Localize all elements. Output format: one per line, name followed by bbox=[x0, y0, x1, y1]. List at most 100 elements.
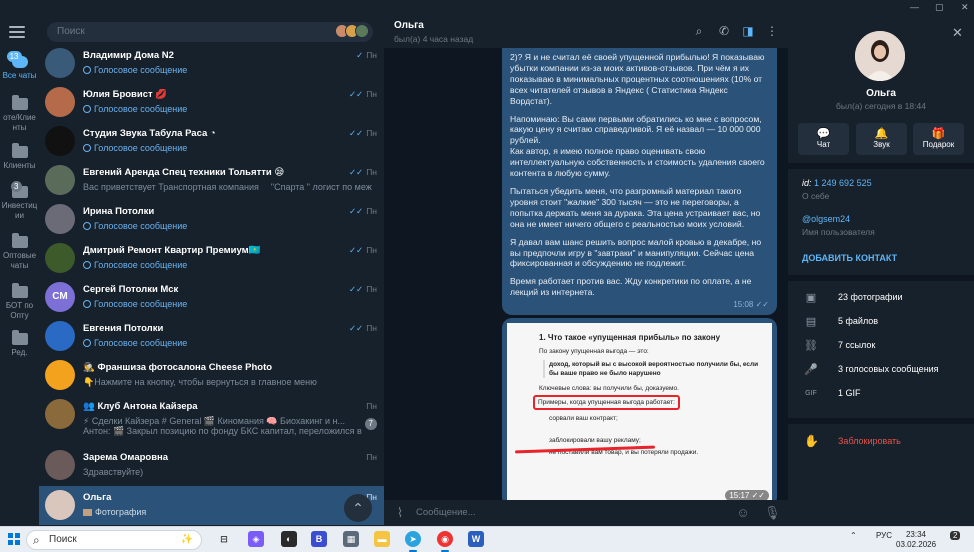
chat-button[interactable]: 💬 Чат bbox=[798, 123, 849, 155]
story-avatars[interactable] bbox=[335, 24, 369, 38]
media-label: 7 ссылок bbox=[838, 340, 876, 350]
minimize-icon[interactable]: — bbox=[910, 2, 919, 12]
windows-start-icon[interactable] bbox=[8, 533, 20, 545]
side-panel-icon[interactable]: ◨ bbox=[741, 24, 755, 38]
media-row[interactable]: GIF 1 GIF bbox=[788, 383, 974, 407]
menu-icon[interactable] bbox=[9, 26, 25, 38]
folder-item[interactable]: 3 Инвестиц ии bbox=[0, 181, 39, 221]
user-id[interactable]: id: 1 249 692 525 bbox=[802, 178, 872, 188]
chat-status: был(а) 4 часа назад bbox=[394, 34, 474, 44]
gift-icon: 🎁 bbox=[931, 128, 946, 140]
task-view-icon[interactable]: ⊟ bbox=[216, 531, 232, 547]
folder-item[interactable]: Оптовые чаты bbox=[0, 233, 39, 271]
folder-item[interactable]: оте/Клие нты bbox=[0, 95, 39, 133]
chat-preview: Голосовое сообщение bbox=[83, 65, 373, 75]
phone-icon[interactable]: ✆ bbox=[717, 24, 731, 38]
read-check-icon: ✓ bbox=[356, 50, 364, 60]
app-icon[interactable]: ◐ bbox=[281, 531, 297, 547]
gift-button[interactable]: 🎁 Подарок bbox=[913, 123, 964, 155]
calculator-icon[interactable]: ▦ bbox=[343, 531, 359, 547]
chat-row[interactable]: Евгений Аренда Спец техники Тольятти 😪 Ва… bbox=[39, 161, 384, 200]
media-row[interactable]: ⛓ 7 ссылок bbox=[788, 335, 974, 359]
more-icon[interactable]: ⋮ bbox=[765, 24, 779, 38]
search-icon[interactable]: ⌕ bbox=[692, 24, 706, 38]
action-label: Подарок bbox=[922, 140, 955, 149]
taskbar-search[interactable]: Поиск ✨ bbox=[26, 530, 202, 550]
username[interactable]: @olgsem24 bbox=[802, 214, 850, 224]
folder-label: Оптовые чаты bbox=[2, 251, 37, 270]
preview-text: 👇Нажмите на кнопку, чтобы вернуться в гл… bbox=[83, 377, 317, 387]
folder-badge: 3 bbox=[11, 181, 22, 192]
sound-button[interactable]: 🔔 Звук bbox=[856, 123, 907, 155]
message-input[interactable]: Сообщение... bbox=[416, 507, 476, 518]
files-icon: ▤ bbox=[805, 316, 817, 328]
chat-row[interactable]: ОльгаФотография✓✓Пн bbox=[39, 486, 384, 525]
chat-row[interactable]: 👥 Клуб Антона Кайзера ⚡ Сделки Кайзера # … bbox=[39, 395, 384, 445]
chat-row[interactable]: Дмитрий Ремонт Квартир Премиум🇰🇿 Голосово… bbox=[39, 239, 384, 278]
chat-header[interactable]: Ольга был(а) 4 часа назад ⌕ ✆ ◨ ⋮ bbox=[384, 15, 788, 48]
media-row[interactable]: ▤ 5 файлов bbox=[788, 311, 974, 335]
media-label: 3 голосовых сообщения bbox=[838, 364, 939, 374]
chevron-up-icon[interactable]: ⌃ bbox=[850, 531, 857, 540]
folder-item[interactable]: Клиенты bbox=[0, 143, 39, 171]
chat-row[interactable]: Ирина Потолки Голосовое сообщение ✓✓ Пн bbox=[39, 200, 384, 239]
chat-name: Евгений Аренда Спец техники Тольятти 😪 bbox=[83, 167, 285, 178]
read-check-icon: ✓✓ bbox=[348, 245, 364, 255]
word-icon[interactable]: W bbox=[468, 531, 484, 547]
preview-text: Голосовое сообщение bbox=[94, 260, 188, 270]
app-icon[interactable]: B bbox=[311, 531, 327, 547]
app-icon[interactable]: ◈ bbox=[248, 531, 264, 547]
voice-icon bbox=[83, 339, 91, 347]
preview-text: Голосовое сообщение bbox=[94, 143, 188, 153]
emoji-icon[interactable]: ☺ bbox=[735, 505, 751, 521]
avatar[interactable] bbox=[855, 31, 905, 81]
chat-row[interactable]: Евгения Потолки Голосовое сообщение ✓✓ Пн bbox=[39, 317, 384, 356]
folder-icon bbox=[11, 283, 28, 298]
maximize-icon[interactable]: ▢ bbox=[935, 2, 944, 13]
voice-icon bbox=[83, 261, 91, 269]
folder-item[interactable]: 13 Все чаты bbox=[0, 51, 39, 81]
window-titlebar: — ▢ ✕ bbox=[39, 0, 974, 15]
attach-icon[interactable]: ⌇ bbox=[392, 505, 408, 521]
message-bubble[interactable]: 2)? Я и не считал её своей упущенной при… bbox=[502, 48, 777, 315]
message-paragraph: Напоминаю: Вы сами первыми обратились ко… bbox=[510, 113, 765, 179]
search-input[interactable]: Поиск bbox=[47, 22, 373, 42]
chat-name: Дмитрий Ремонт Квартир Премиум🇰🇿 bbox=[83, 245, 261, 256]
chat-title: Ольга bbox=[394, 20, 424, 31]
folder-item[interactable]: Ред. bbox=[0, 330, 39, 358]
block-user-button[interactable]: ✋ Заблокировать bbox=[788, 432, 974, 452]
explorer-icon[interactable]: ▬ bbox=[374, 531, 390, 547]
chat-row[interactable]: 🕵 Франшиза фотосалона Cheese Photo 👇Нажми… bbox=[39, 356, 384, 395]
composer: ⌇ Сообщение... ☺ 🎙 bbox=[384, 500, 788, 526]
scroll-to-top-button[interactable]: ⌃ bbox=[344, 494, 372, 522]
taskbar: Поиск ✨ ⊟ ◈ ◐ B ▦ ▬ ➤ ◉ W ⌃ РУС 23:3403.0… bbox=[0, 526, 974, 552]
lang-indicator[interactable]: РУС bbox=[876, 531, 892, 540]
voice-icon bbox=[83, 66, 91, 74]
time-text: Пн bbox=[366, 167, 377, 177]
media-row[interactable]: ▣ 23 фотографии bbox=[788, 287, 974, 311]
microphone-icon[interactable]: 🎙 bbox=[764, 505, 781, 521]
image-message[interactable]: 1. Что такое «упущенная прибыль» по зако… bbox=[502, 318, 777, 507]
chat-row[interactable]: Юлия Бровист 💋 Голосовое сообщение ✓✓ Пн bbox=[39, 83, 384, 122]
read-check-icon: ✓✓ bbox=[348, 128, 364, 138]
chat-name: Владимир Дома N2 bbox=[83, 50, 174, 61]
chat-row[interactable]: Студия Звука Табула Раса ◔ Голосовое сооб… bbox=[39, 122, 384, 161]
telegram-icon[interactable]: ➤ bbox=[405, 531, 421, 547]
message-time: 15:08 ✓✓ bbox=[733, 300, 769, 310]
folder-label: Инвестиц ии bbox=[1, 201, 38, 220]
clock[interactable]: 23:34 03.02.2026 bbox=[896, 530, 936, 550]
avatar bbox=[45, 360, 75, 390]
media-row[interactable]: 🎤 3 голосовых сообщения bbox=[788, 359, 974, 383]
chat-row[interactable]: СМ Сергей Потолки Мск Голосовое сообщение ✓… bbox=[39, 278, 384, 317]
time-text: Пн bbox=[366, 452, 377, 462]
preview-text: Голосовое сообщение bbox=[94, 338, 188, 348]
notification-badge[interactable]: 2 bbox=[950, 531, 961, 540]
add-contact-button[interactable]: ДОБАВИТЬ КОНТАКТ bbox=[802, 253, 897, 263]
close-window-icon[interactable]: ✕ bbox=[961, 2, 969, 13]
doc-quote: доход, который вы с высокой вероятностью… bbox=[543, 360, 760, 378]
chat-row[interactable]: Владимир Дома N2 Голосовое сообщение ✓ Пн bbox=[39, 44, 384, 83]
chrome-icon[interactable]: ◉ bbox=[437, 531, 453, 547]
close-icon[interactable]: ✕ bbox=[952, 25, 963, 41]
folder-item[interactable]: БОТ по Опту bbox=[0, 283, 39, 321]
chat-row[interactable]: Зарема Омаровна Здравствуйте) Пн bbox=[39, 446, 384, 485]
